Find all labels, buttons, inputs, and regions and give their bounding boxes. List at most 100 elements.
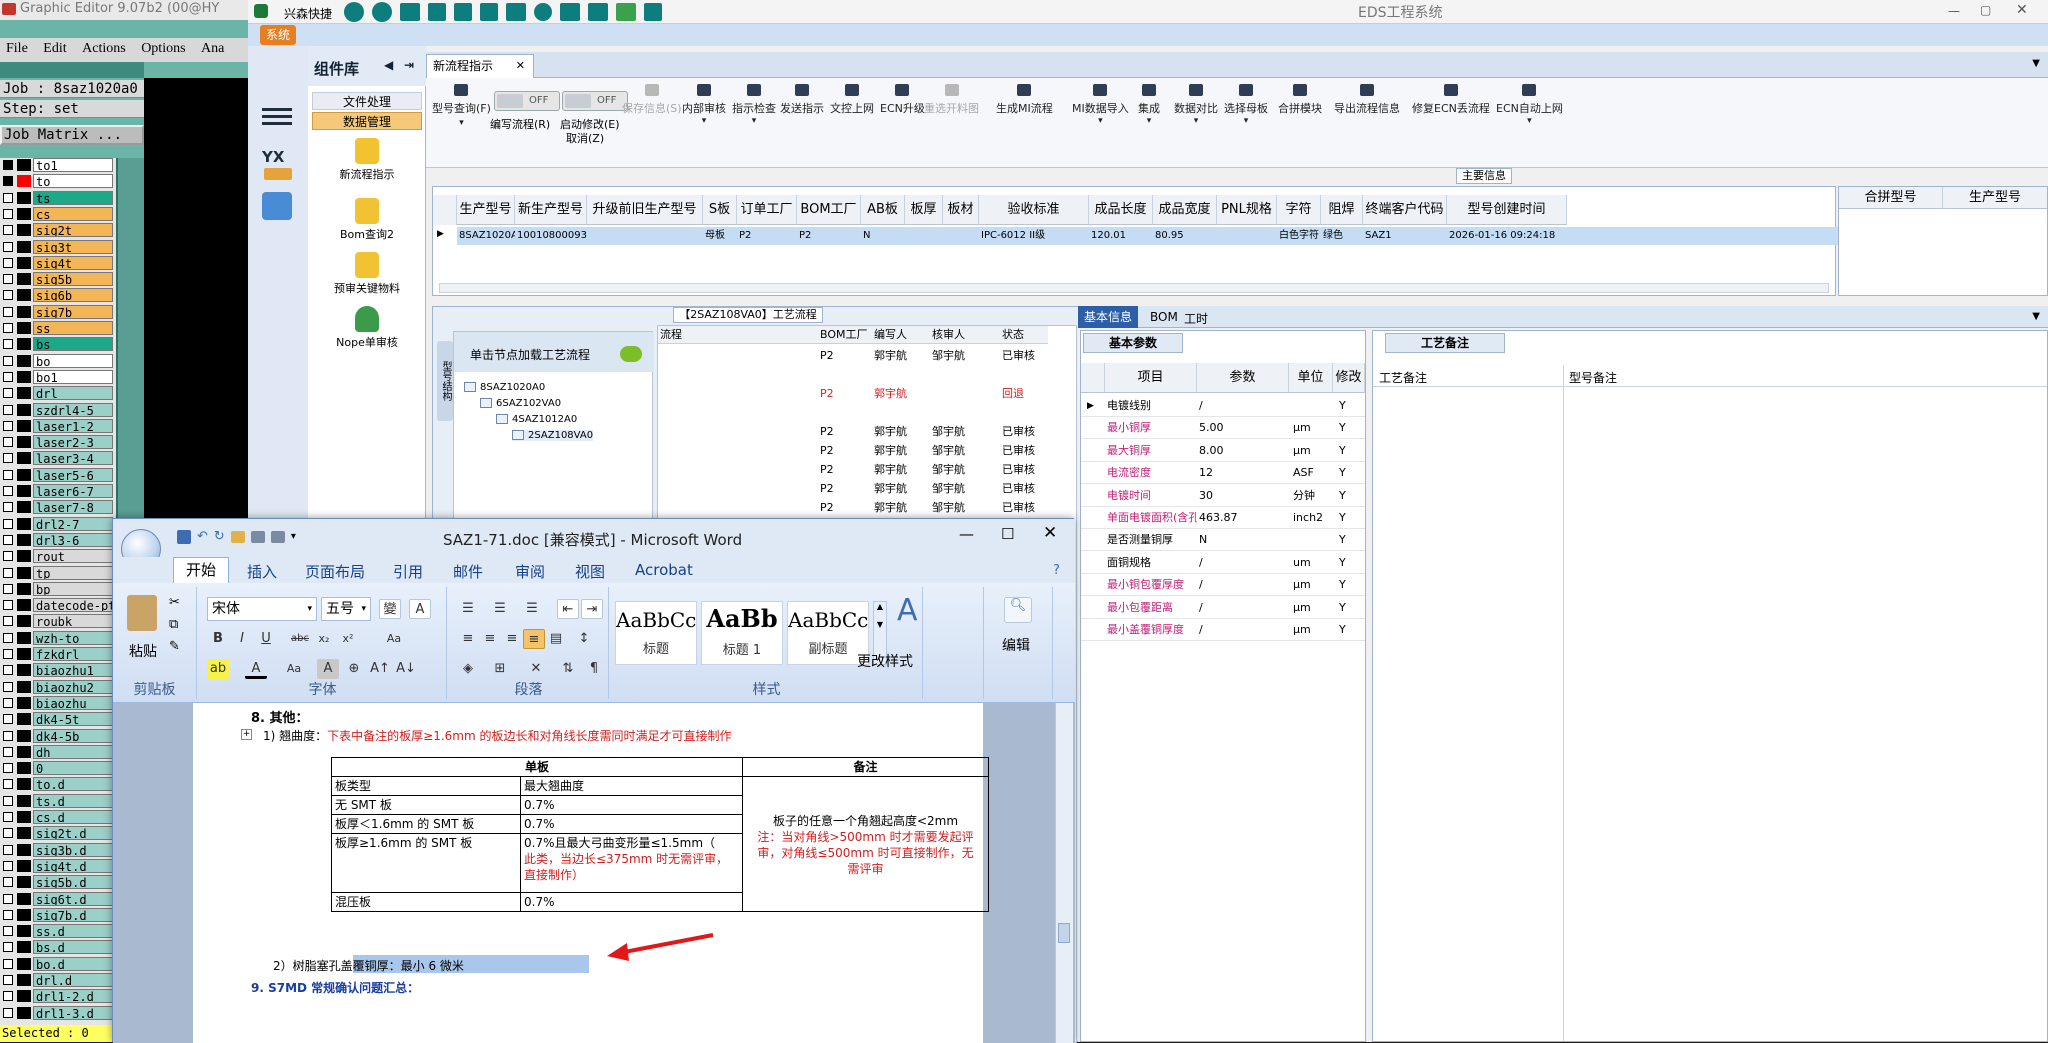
grid-icon[interactable] (506, 3, 526, 21)
grid-cell[interactable]: SAZ1 (1363, 227, 1447, 245)
layer-color-swatch[interactable] (17, 305, 31, 318)
open-icon[interactable] (230, 530, 245, 543)
layer-row[interactable]: drl.d (0, 973, 116, 988)
layer-color-swatch[interactable] (17, 289, 31, 302)
search-icon[interactable] (344, 2, 364, 22)
horizontal-scrollbar[interactable] (439, 283, 1829, 293)
layer-checkbox[interactable] (3, 583, 13, 594)
line-spacing-icon[interactable]: ↕ (573, 629, 595, 649)
data-compare-button[interactable]: 数据对比 ▾ (1174, 84, 1218, 126)
collapse-icon[interactable]: ◀ (384, 58, 393, 72)
item-2-selected[interactable]: 2）树脂塞孔盖覆铜厚：最小 6 微米 (273, 957, 464, 974)
layer-row[interactable]: to.d (0, 777, 116, 792)
scissors-icon[interactable] (428, 3, 446, 21)
layer-row[interactable]: bs.d (0, 940, 116, 955)
grid-cell[interactable]: N (861, 227, 905, 245)
process-row[interactable]: 去毛刺P2郭宇航邹宇航已审核 (658, 422, 1076, 441)
layer-row[interactable]: dh (0, 744, 116, 760)
layer-color-swatch[interactable] (17, 175, 31, 188)
layer-color-swatch[interactable] (17, 207, 31, 220)
chevron-down-icon[interactable]: ▼ (2032, 58, 2040, 69)
layer-checkbox[interactable] (3, 746, 13, 757)
asian-layout-icon[interactable]: ✕ (525, 659, 547, 679)
system-tab[interactable]: 系统 (260, 25, 296, 45)
layer-checkbox[interactable] (3, 502, 13, 513)
book-icon[interactable] (644, 3, 662, 21)
layer-row[interactable]: sig4t (0, 255, 116, 271)
char-shading-icon[interactable]: A (317, 659, 339, 679)
layer-row[interactable]: laser6-7 (0, 484, 116, 499)
mi-import-button[interactable]: MI数据导入 ▾ (1072, 84, 1129, 126)
bom-query-item[interactable]: Bom查询2 (308, 198, 426, 242)
layer-row[interactable]: sig7b (0, 304, 116, 320)
layer-checkbox[interactable] (3, 176, 13, 187)
param-column-header[interactable]: 修改 (1333, 363, 1365, 393)
show-marks-icon[interactable]: ¶ (583, 659, 605, 679)
layer-checkbox[interactable] (3, 241, 13, 252)
tab-home[interactable]: 开始 (173, 557, 229, 583)
layer-color-swatch[interactable] (17, 664, 31, 677)
layer-row[interactable]: bo1 (0, 369, 116, 385)
justify-icon[interactable]: ≡ (523, 629, 545, 649)
process-row[interactable]: 水平沉铜P2郭宇航邹宇航已审核 (658, 441, 1076, 460)
job-matrix-button[interactable]: Job Matrix ... (0, 125, 144, 145)
param-value[interactable]: N (1199, 529, 1287, 551)
nope-review-item[interactable]: Nope单审核 (308, 306, 426, 350)
process-row[interactable]: 打标P2郭宇航邹宇航已审核 (658, 346, 1076, 365)
layer-row[interactable]: biaozhu (0, 695, 116, 711)
fix-ecn-button[interactable]: 修复ECN丢流程 (1412, 84, 1490, 116)
grid-column-header[interactable]: 新生产型号 (515, 195, 587, 225)
param-value[interactable]: 463.87 (1199, 507, 1287, 529)
grid-column-header[interactable]: BOM工厂 (797, 195, 861, 225)
grid-column-header[interactable]: 阻焊 (1321, 195, 1363, 225)
layer-row[interactable]: cs.d (0, 810, 116, 825)
layer-checkbox[interactable] (3, 877, 13, 888)
select-motherboard-button[interactable]: 选择母板 ▾ (1224, 84, 1268, 126)
param-row[interactable]: ▶ 电镀线别 / Y (1081, 395, 1365, 417)
save-info-button[interactable]: 保存信息(S) (622, 84, 682, 116)
layer-row[interactable]: bp (0, 581, 116, 597)
layer-checkbox[interactable] (3, 371, 13, 382)
col-merge-type[interactable]: 合拼型号 (1839, 187, 1943, 209)
font-name-select[interactable]: 宋体 ▾ (207, 597, 317, 621)
font-color-icon[interactable]: A (245, 659, 267, 679)
grid-cell[interactable]: 2026-01-16 09:24:18 (1447, 227, 1567, 245)
layer-checkbox[interactable] (3, 665, 13, 676)
param-row[interactable]: 面铜规格 / um Y (1081, 552, 1365, 574)
grid-column-header[interactable]: 订单工厂 (737, 195, 797, 225)
grid-column-header[interactable]: 板厚 (905, 195, 943, 225)
layer-color-swatch[interactable] (17, 224, 31, 237)
layer-checkbox[interactable] (3, 779, 13, 790)
layer-color-swatch[interactable] (17, 159, 31, 171)
data-management-button[interactable]: 数据管理 (312, 112, 422, 130)
layer-color-swatch[interactable] (17, 550, 31, 563)
help-icon[interactable] (372, 2, 392, 22)
layer-color-swatch[interactable] (17, 436, 31, 449)
layer-row[interactable]: laser5-6 (0, 467, 116, 483)
layer-row[interactable]: ts (0, 190, 116, 206)
style-title[interactable]: AaBbCc 标题 (615, 601, 697, 665)
menu-file[interactable]: File (0, 38, 34, 60)
layer-checkbox[interactable] (3, 958, 13, 969)
param-column-header[interactable]: 参数 (1197, 363, 1289, 393)
layer-checkbox[interactable] (3, 567, 13, 578)
layer-color-swatch[interactable] (17, 615, 31, 628)
layer-color-swatch[interactable] (17, 892, 31, 905)
tab-new-flow[interactable]: 新流程指示 ✕ (426, 54, 534, 78)
layer-color-swatch[interactable] (17, 974, 31, 986)
layer-color-swatch[interactable] (17, 599, 31, 612)
layer-row[interactable]: drl2-7 (0, 516, 116, 532)
param-value[interactable]: 8.00 (1199, 440, 1287, 462)
process-row[interactable]: 电镀P2郭宇航邹宇航已审核 (658, 460, 1076, 479)
close-icon[interactable]: ✕ (1043, 523, 1057, 543)
param-row[interactable]: 最小铜厚 5.00 μm Y (1081, 417, 1365, 440)
grid-column-header[interactable]: 升级前旧生产型号 (587, 195, 703, 225)
layer-row[interactable]: ss.d (0, 924, 116, 939)
enable-edit-toggle[interactable]: OFF (562, 91, 628, 111)
tree-node[interactable]: 4SAZ1012A0 (496, 414, 577, 425)
process-row[interactable]: 板镀P2郭宇航邹宇航已审核 (658, 479, 1076, 498)
layer-checkbox[interactable] (3, 942, 13, 953)
layer-checkbox[interactable] (3, 453, 13, 464)
layer-checkbox[interactable] (3, 437, 13, 448)
param-row[interactable]: 电镀时间 30 分钟 Y (1081, 485, 1365, 507)
